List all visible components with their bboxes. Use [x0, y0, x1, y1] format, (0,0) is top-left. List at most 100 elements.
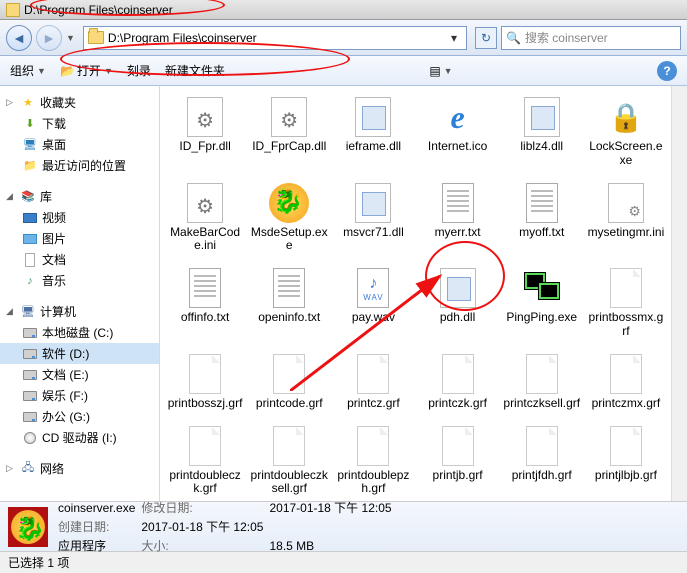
burn-button[interactable]: 刻录 [127, 62, 151, 79]
file-item[interactable]: msvcr71.dll [332, 180, 414, 256]
vertical-scrollbar[interactable] [671, 86, 687, 501]
sidebar-item-drive-d[interactable]: 软件 (D:) [0, 343, 159, 364]
recent-icon: 📁 [22, 158, 38, 174]
file-item[interactable]: ieframe.dll [332, 94, 414, 170]
sidebar-item-documents[interactable]: 文档 [0, 249, 159, 270]
file-item[interactable]: ID_FprCap.dll [248, 94, 330, 170]
drive-icon [23, 349, 37, 359]
sidebar-item-drive-c[interactable]: 本地磁盘 (C:) [0, 322, 159, 343]
libraries-header[interactable]: ◢ 📚 库 [0, 186, 159, 207]
file-item[interactable]: printcz.grf [332, 351, 414, 413]
sidebar-item-pictures[interactable]: 图片 [0, 228, 159, 249]
file-list-pane[interactable]: ID_Fpr.dllID_FprCap.dllieframe.dlleInter… [160, 86, 671, 501]
blank-icon [352, 353, 394, 395]
network-icon: 🖧 [20, 461, 36, 477]
cd-icon [24, 432, 36, 444]
download-icon: ⬇ [22, 116, 38, 132]
blank-icon [437, 425, 479, 467]
view-icon: ▤ [429, 64, 440, 78]
sidebar-item-drive-e[interactable]: 文档 (E:) [0, 364, 159, 385]
file-item[interactable]: printczksell.grf [501, 351, 583, 413]
sidebar-item-drive-i[interactable]: CD 驱动器 (I:) [0, 427, 159, 448]
open-button[interactable]: 📂 打开 ▼ [60, 62, 113, 79]
created-value: 2017-01-18 下午 12:05 [141, 518, 263, 535]
file-item[interactable]: liblz4.dll [501, 94, 583, 170]
file-item[interactable]: eInternet.ico [416, 94, 498, 170]
sidebar-item-music[interactable]: ♪音乐 [0, 270, 159, 291]
favorites-header[interactable]: ▷ ★ 收藏夹 [0, 92, 159, 113]
file-item[interactable]: LockScreen.exe [585, 94, 667, 170]
status-text: 已选择 1 项 [8, 554, 69, 571]
desktop-icon: 🖥 [22, 137, 38, 153]
file-item[interactable]: ♪WAVpay.wav [332, 265, 414, 341]
sidebar-item-desktop[interactable]: 🖥桌面 [0, 134, 159, 155]
search-placeholder: 搜索 coinserver [525, 29, 608, 46]
file-name: printdoublepzh.grf [334, 469, 412, 497]
file-item[interactable]: MakeBarCode.ini [164, 180, 246, 256]
sidebar-item-drive-g[interactable]: 办公 (G:) [0, 406, 159, 427]
refresh-button[interactable]: ↻ [475, 27, 497, 49]
size-label: 大小: [141, 537, 263, 554]
file-item[interactable]: mysetingmr.ini [585, 180, 667, 256]
dll-icon [437, 267, 479, 309]
file-item[interactable]: pdh.dll [416, 265, 498, 341]
music-icon: ♪ [22, 273, 38, 289]
file-name: printjlbjb.grf [595, 469, 657, 483]
blank-icon [184, 353, 226, 395]
command-toolbar: 组织 ▼ 📂 打开 ▼ 刻录 新建文件夹 ▤ ▼ ? [0, 56, 687, 86]
address-dropdown-icon[interactable]: ▾ [446, 31, 462, 45]
file-item[interactable]: printczmx.grf [585, 351, 667, 413]
wav-icon: ♪WAV [352, 267, 394, 309]
file-item[interactable]: offinfo.txt [164, 265, 246, 341]
file-item[interactable]: printjlbjb.grf [585, 423, 667, 499]
file-item[interactable]: printbosszj.grf [164, 351, 246, 413]
blank-icon [268, 425, 310, 467]
file-item[interactable]: printjfdh.grf [501, 423, 583, 499]
network-header[interactable]: ▷ 🖧 网络 [0, 458, 159, 479]
folder-icon [88, 31, 104, 44]
history-dropdown-icon[interactable]: ▼ [66, 33, 75, 43]
blank-icon [605, 267, 647, 309]
selected-file-name: coinserver.exe [58, 501, 135, 515]
help-button[interactable]: ? [657, 61, 677, 81]
file-name: MakeBarCode.ini [166, 226, 244, 254]
drive-icon [23, 370, 37, 380]
view-menu[interactable]: ▤ ▼ [429, 64, 452, 78]
file-name: MsdeSetup.exe [250, 226, 328, 254]
sidebar-item-drive-f[interactable]: 娱乐 (F:) [0, 385, 159, 406]
file-item[interactable]: openinfo.txt [248, 265, 330, 341]
computer-header[interactable]: ◢ 🖥 计算机 [0, 301, 159, 322]
file-name: printjb.grf [433, 469, 483, 483]
search-input[interactable]: 🔍 搜索 coinserver [501, 26, 681, 50]
txt-icon [437, 182, 479, 224]
sidebar-item-recent[interactable]: 📁最近访问的位置 [0, 155, 159, 176]
file-item[interactable]: ID_Fpr.dll [164, 94, 246, 170]
blank-icon [605, 353, 647, 395]
file-item[interactable]: PingPing.exe [501, 265, 583, 341]
file-item[interactable]: printcode.grf [248, 351, 330, 413]
file-item[interactable]: printdoublepzh.grf [332, 423, 414, 499]
file-item[interactable]: printbossmx.grf [585, 265, 667, 341]
file-name: printdoubleczksell.grf [250, 469, 328, 497]
file-item[interactable]: myerr.txt [416, 180, 498, 256]
navigation-pane: ▷ ★ 收藏夹 ⬇下载 🖥桌面 📁最近访问的位置 ◢ 📚 库 视频 图片 文档 … [0, 86, 160, 501]
file-name: printczmx.grf [592, 397, 661, 411]
file-item[interactable]: printdoubleczksell.grf [248, 423, 330, 499]
file-item[interactable]: myoff.txt [501, 180, 583, 256]
sidebar-item-videos[interactable]: 视频 [0, 207, 159, 228]
file-item[interactable]: printczk.grf [416, 351, 498, 413]
file-item[interactable]: printdoubleczk.grf [164, 423, 246, 499]
organize-menu[interactable]: 组织 ▼ [10, 62, 46, 79]
address-bar[interactable]: D:\Program Files\coinserver ▾ [83, 26, 467, 50]
dll-icon [352, 182, 394, 224]
sidebar-item-downloads[interactable]: ⬇下载 [0, 113, 159, 134]
file-name: LockScreen.exe [587, 140, 665, 168]
file-item[interactable]: printjb.grf [416, 423, 498, 499]
forward-button[interactable]: ► [36, 25, 62, 51]
new-folder-button[interactable]: 新建文件夹 [165, 62, 225, 79]
txt-icon [268, 267, 310, 309]
file-item[interactable]: MsdeSetup.exe [248, 180, 330, 256]
back-button[interactable]: ◄ [6, 25, 32, 51]
star-icon: ★ [20, 95, 36, 111]
file-name: printbossmx.grf [587, 311, 665, 339]
